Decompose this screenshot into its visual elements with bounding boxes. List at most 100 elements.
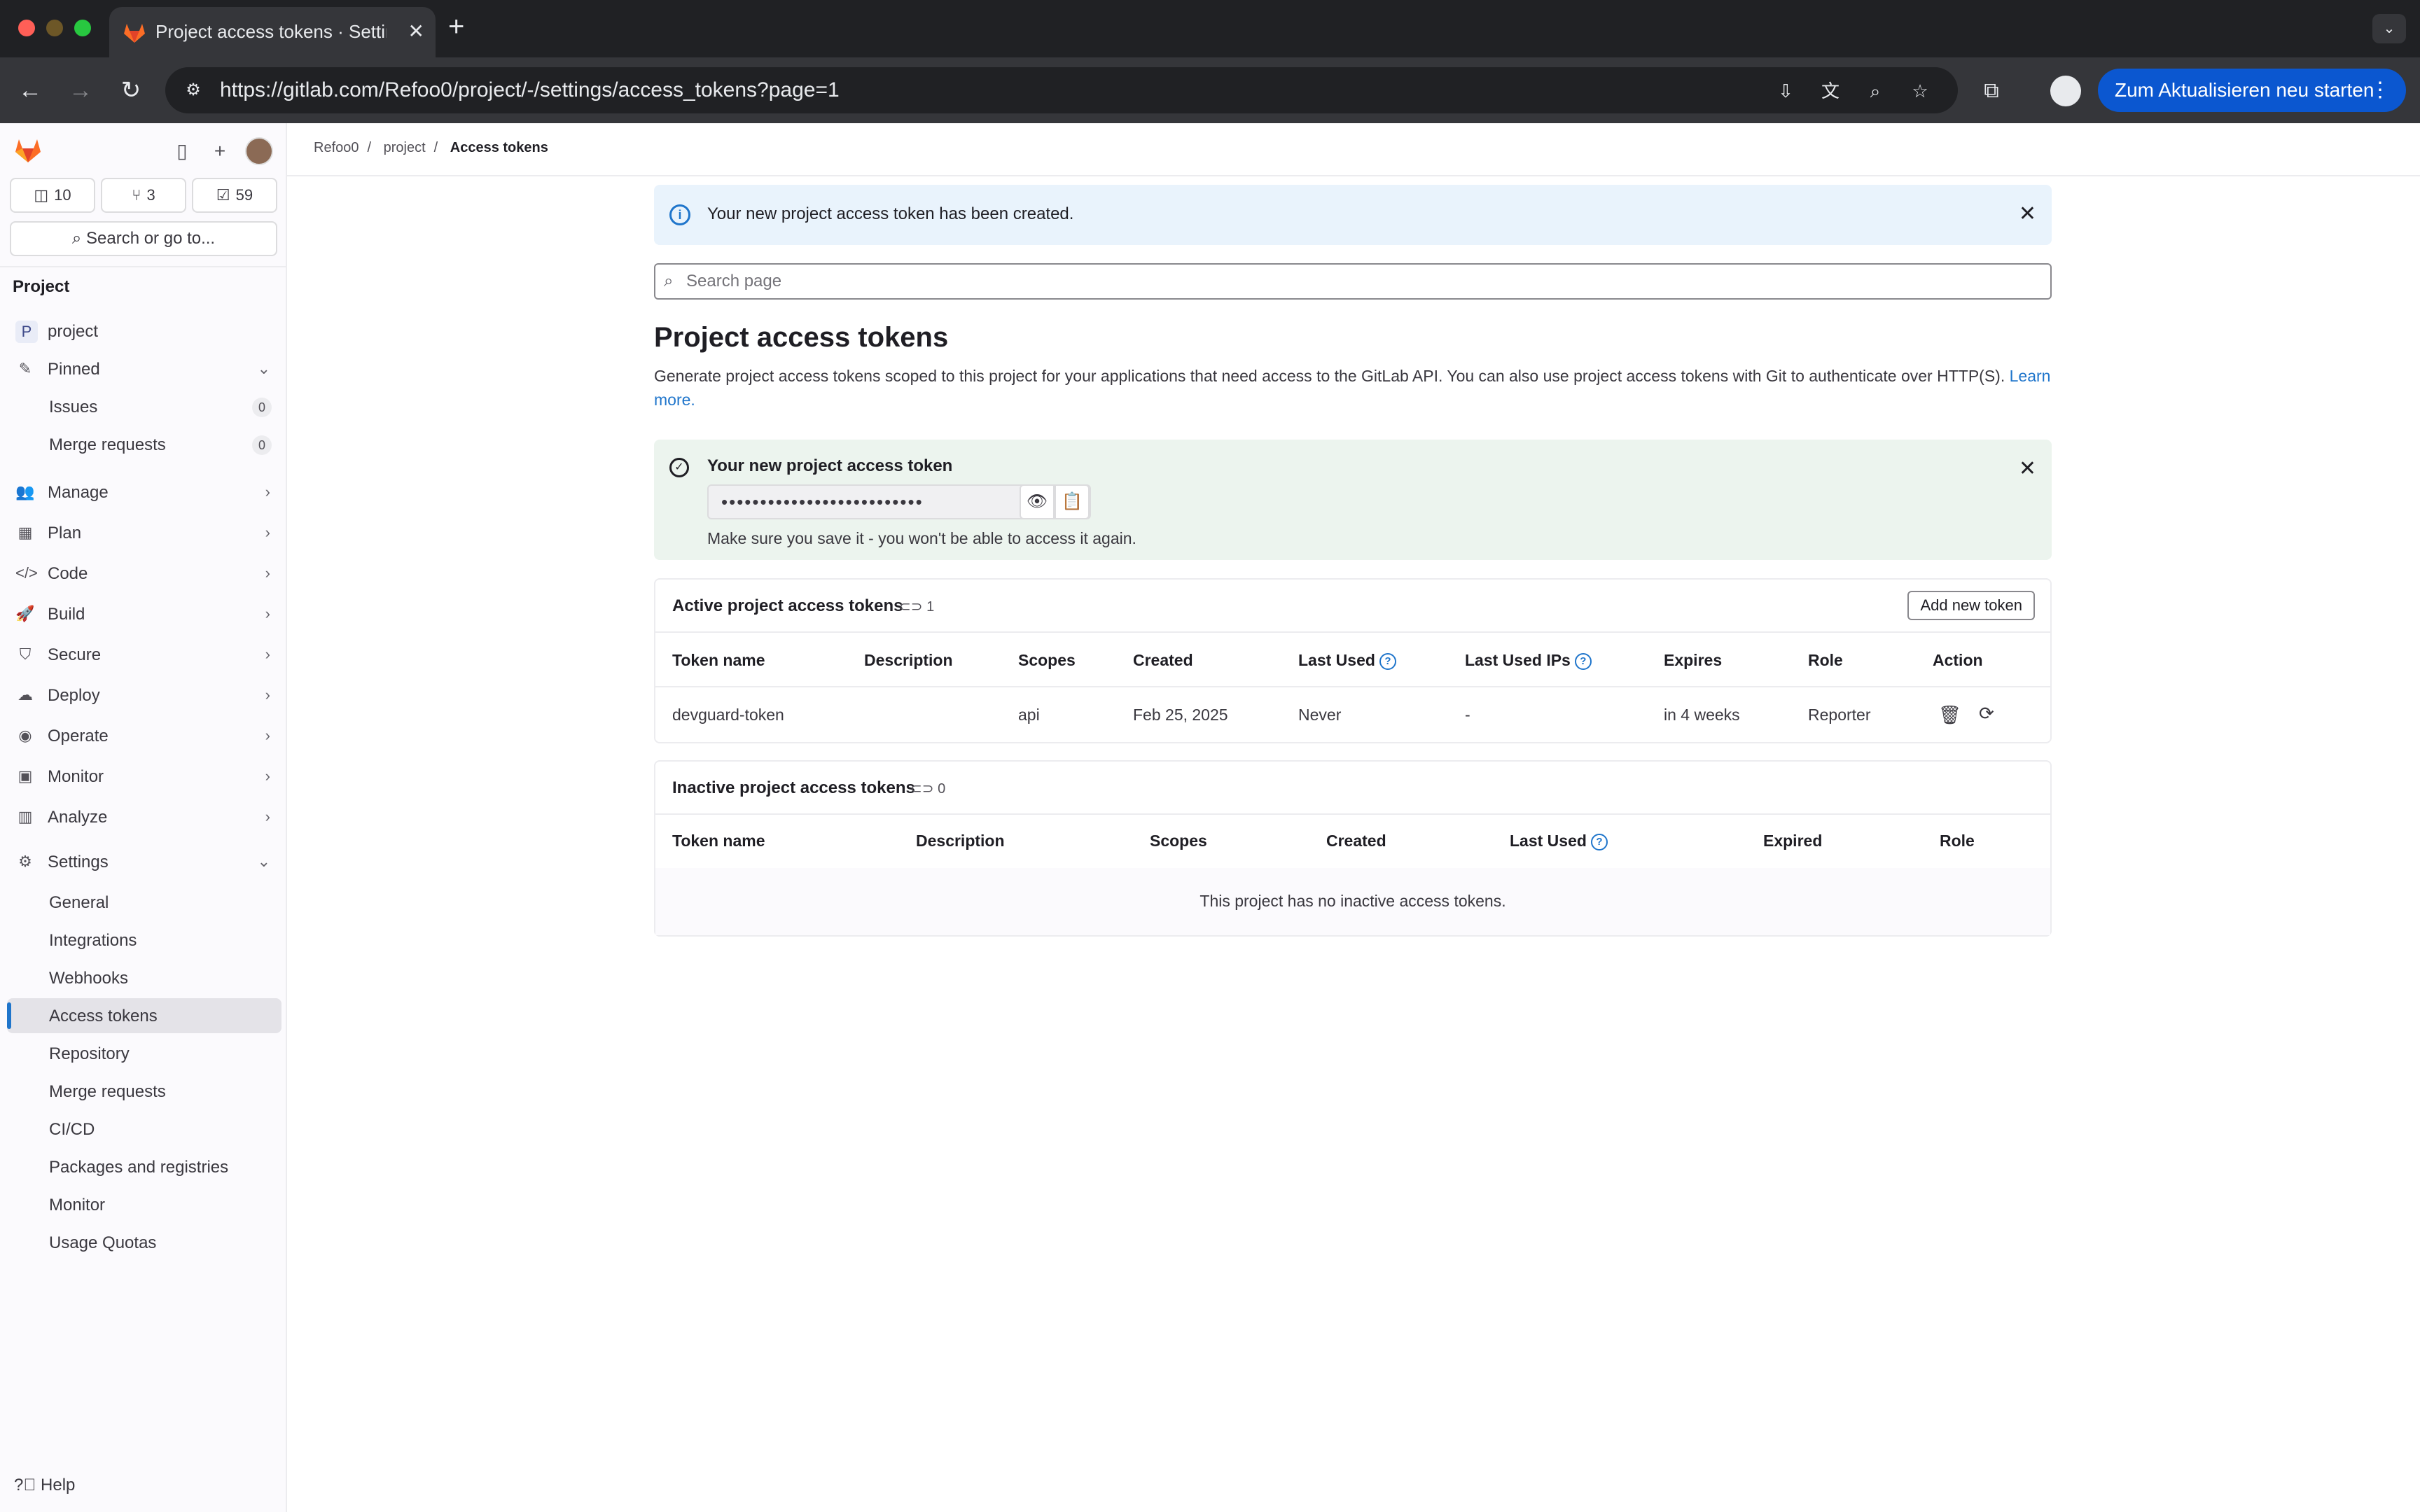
breadcrumb-current[interactable]: Access tokens <box>450 140 548 155</box>
back-icon[interactable]: ← <box>13 73 48 108</box>
search-page-field[interactable]: ⌕ <box>654 263 2052 300</box>
sidebar-item-pinned[interactable]: ✎ Pinned ⌄ <box>7 351 281 386</box>
sidebar-item-usage-quotas[interactable]: Usage Quotas <box>7 1225 281 1260</box>
site-settings-icon[interactable]: ⚙ <box>179 77 207 104</box>
breadcrumb-item[interactable]: project <box>384 140 426 155</box>
chevron-right-icon: › <box>265 727 270 744</box>
info-alert-text: Your new project access token has been c… <box>707 204 1074 223</box>
page-title: Project access tokens <box>654 322 949 353</box>
sidebar-item-issues[interactable]: Issues 0 <box>7 389 281 424</box>
sidebar-item-webhooks[interactable]: Webhooks <box>7 960 281 995</box>
card-title: Inactive project access tokens <box>672 778 915 797</box>
browser-tab[interactable]: Project access tokens · Settings ✕ <box>109 7 436 57</box>
install-app-icon[interactable]: ⇩ <box>1772 78 1800 104</box>
window-maximize-button[interactable] <box>74 20 91 36</box>
sidebar-item-code[interactable]: </> Code › <box>7 556 281 591</box>
zoom-icon[interactable]: ⌕ <box>1861 78 1889 104</box>
url-text[interactable]: https://gitlab.com/Refoo0/project/-/sett… <box>220 78 840 102</box>
chart-icon: ▥ <box>18 808 33 825</box>
close-icon[interactable]: ✕ <box>2019 456 2036 481</box>
token-count-value: 0 <box>938 781 946 797</box>
sidebar-item-build[interactable]: 🚀 Build › <box>7 596 281 631</box>
sidebar-item-plan[interactable]: ▦ Plan › <box>7 515 281 550</box>
sidebar-item-access-tokens[interactable]: Access tokens <box>7 998 281 1033</box>
sidebar-item-project[interactable]: P project <box>7 314 281 349</box>
create-new-icon[interactable]: + <box>207 139 232 164</box>
user-avatar[interactable] <box>245 137 273 165</box>
bookmark-star-icon[interactable]: ☆ <box>1906 78 1934 104</box>
sidebar-item-analyze[interactable]: ▥ Analyze › <box>7 799 281 834</box>
sidebar-item-integrations[interactable]: Integrations <box>7 923 281 958</box>
close-icon[interactable]: ✕ <box>2019 202 2036 226</box>
search-page-input[interactable] <box>686 270 2017 293</box>
sidebar-item-general[interactable]: General <box>7 885 281 920</box>
sidebar: ▯ + ◫ 10 ⑂ 3 ☑ 59 ⌕ Search or go to... Proj… <box>0 123 287 1512</box>
sidebar-item-repository[interactable]: Repository <box>7 1036 281 1071</box>
tab-search-icon[interactable]: ⌄ <box>2372 14 2406 43</box>
chevron-right-icon: › <box>265 524 270 541</box>
sidebar-item-monitor[interactable]: ▣ Monitor › <box>7 759 281 794</box>
sidebar-item-label: Merge requests <box>49 435 166 454</box>
gitlab-logo-icon[interactable] <box>13 134 43 165</box>
update-restart-button[interactable]: Zum Aktualisieren neu starten ⋮ <box>2098 69 2406 112</box>
column-header: Expires <box>1664 651 1723 669</box>
search-button[interactable]: ⌕ Search or go to... <box>10 221 277 256</box>
help-icon[interactable]: ? <box>1574 653 1592 670</box>
save-token-note: Make sure you save it - you won't be abl… <box>707 529 1136 547</box>
translate-icon[interactable]: 文 <box>1816 78 1844 104</box>
sidebar-item-settings-monitor[interactable]: Monitor <box>7 1187 281 1222</box>
help-button[interactable]: ?⃝ Help <box>14 1476 75 1495</box>
sidebar-item-secure[interactable]: ⛉ Secure › <box>7 637 281 672</box>
help-icon[interactable]: ? <box>1590 834 1608 850</box>
sidebar-item-label: Deploy <box>48 686 100 705</box>
reveal-token-button[interactable]: 👁 <box>1020 484 1055 519</box>
sidebar-item-label: Pinned <box>48 360 100 379</box>
sidebar-item-settings-merge-requests[interactable]: Merge requests <box>7 1074 281 1109</box>
shield-icon: ⛉ <box>19 645 32 663</box>
profile-avatar-icon[interactable] <box>2050 76 2081 106</box>
merge-requests-counter[interactable]: ⑂ 3 <box>101 178 186 213</box>
sidebar-item-label: Repository <box>49 1044 130 1063</box>
help-icon[interactable]: ? <box>1379 653 1396 670</box>
copy-token-button[interactable]: 📋 <box>1055 484 1090 519</box>
code-icon: </> <box>15 564 38 582</box>
chevron-right-icon: › <box>265 564 270 582</box>
browser-menu-icon[interactable]: ⋮ <box>2370 69 2391 112</box>
token-name: devguard-token <box>672 706 784 724</box>
forward-icon[interactable]: → <box>63 73 98 108</box>
token-last-used-ips: - <box>1465 706 1470 724</box>
column-header: Token name <box>672 651 765 669</box>
add-new-token-button[interactable]: Add new token <box>1907 591 2035 620</box>
tab-close-icon[interactable]: ✕ <box>408 20 424 43</box>
sidebar-item-label: Settings <box>48 853 109 872</box>
sidebar-item-label: Packages and registries <box>49 1158 229 1177</box>
extensions-icon[interactable]: ⧉ <box>1975 74 2008 108</box>
sidebar-item-operate[interactable]: ◉ Operate › <box>7 718 281 753</box>
address-bar[interactable]: ⚙ https://gitlab.com/Refoo0/project/-/se… <box>165 67 1958 113</box>
token-icon: ⊂⊃ <box>910 781 938 797</box>
new-tab-button[interactable]: + <box>448 13 464 41</box>
sidebar-item-packages[interactable]: Packages and registries <box>7 1149 281 1184</box>
column-header: Role <box>1940 832 1975 850</box>
sidebar-item-cicd[interactable]: CI/CD <box>7 1112 281 1147</box>
card-title: Active project access tokens <box>672 596 903 615</box>
browser-toolbar: ← → ↻ ⚙ https://gitlab.com/Refoo0/projec… <box>0 57 2420 123</box>
sidebar-item-merge-requests[interactable]: Merge requests 0 <box>7 427 281 462</box>
reload-icon[interactable]: ↻ <box>113 73 148 108</box>
breadcrumb-item[interactable]: Refoo0 <box>314 140 359 155</box>
sidebar-item-deploy[interactable]: ☁ Deploy › <box>7 678 281 713</box>
sidebar-item-label: Plan <box>48 524 82 542</box>
column-header: Action <box>1933 651 1983 669</box>
window-close-button[interactable] <box>18 20 35 36</box>
revoke-token-trash-icon[interactable]: 🗑 <box>1938 704 1961 726</box>
sidebar-item-settings[interactable]: ⚙ Settings ⌄ <box>7 844 281 879</box>
window-minimize-button[interactable] <box>46 20 63 36</box>
column-header-last-used-ips: Last Used IPs? <box>1465 651 1592 670</box>
sidebar-item-manage[interactable]: 👥 Manage › <box>7 475 281 510</box>
collapse-sidebar-icon[interactable]: ▯ <box>169 139 195 164</box>
rotate-token-icon[interactable]: ⟳ <box>1979 703 1994 724</box>
issues-counter[interactable]: ◫ 10 <box>10 178 95 213</box>
operate-icon: ◉ <box>18 727 32 744</box>
todos-counter[interactable]: ☑ 59 <box>192 178 277 213</box>
chevron-right-icon: › <box>265 686 270 704</box>
